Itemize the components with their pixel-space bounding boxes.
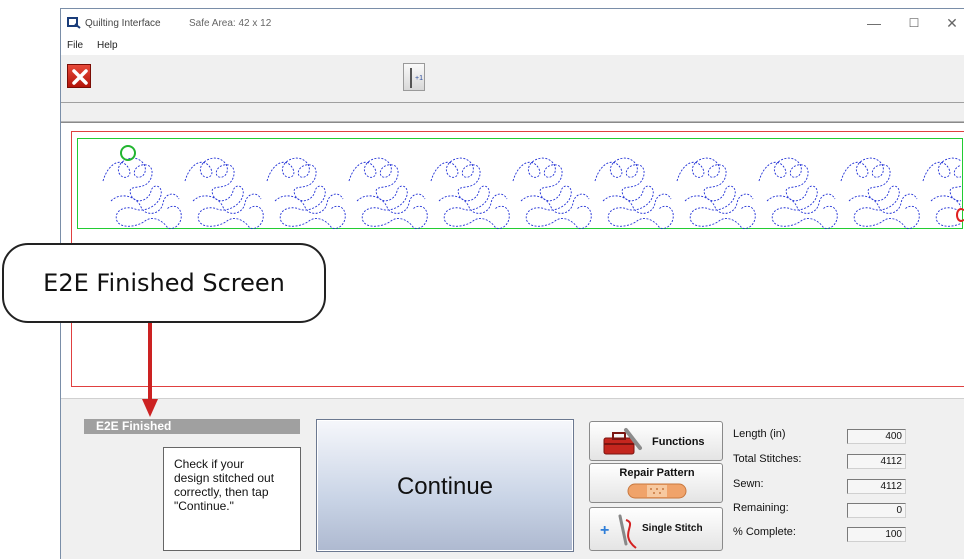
needle-thread-icon — [618, 514, 637, 549]
needle-advance-button[interactable]: +1 — [403, 63, 425, 91]
window-title: Quilting Interface — [85, 18, 161, 29]
callout-arrow-icon — [142, 323, 158, 417]
remaining-label: Remaining: — [733, 502, 789, 514]
pattern-motif — [676, 157, 756, 230]
end-point-marker — [956, 208, 964, 222]
pattern-motif-inner — [766, 193, 836, 214]
minimize-button[interactable]: — — [861, 13, 887, 33]
status-panel: E2E Finished Check if your design stitch… — [61, 398, 964, 559]
app-icon — [67, 17, 81, 29]
maximize-button[interactable]: ☐ — [901, 13, 927, 33]
pattern-motif — [512, 157, 592, 230]
exit-button[interactable] — [67, 64, 91, 88]
pattern-motif — [922, 157, 961, 227]
percent-complete-label: % Complete: — [733, 526, 796, 538]
pattern-motif-inner — [274, 193, 344, 214]
close-window-button[interactable]: ✕ — [939, 13, 964, 33]
functions-label: Functions — [652, 436, 705, 448]
menu-bar: File Help — [61, 37, 964, 55]
length-label: Length (in) — [733, 428, 786, 440]
sewn-field: 4112 — [847, 479, 906, 494]
start-point-marker — [120, 145, 136, 161]
plus-icon: + — [600, 522, 610, 539]
pattern-motif-inner — [520, 193, 590, 214]
e2e-pattern-rows — [102, 157, 961, 230]
single-stitch-label: Single Stitch — [642, 523, 703, 534]
pattern-motif — [758, 157, 838, 230]
pattern-motif — [348, 157, 428, 230]
repair-pattern-button[interactable]: Repair Pattern — [589, 463, 723, 503]
pattern-motif — [594, 157, 674, 230]
total-stitches-label: Total Stitches: — [733, 453, 802, 465]
safe-area-readout: Safe Area: 42 x 12 — [189, 18, 272, 29]
pattern-motif-inner — [192, 193, 262, 214]
pattern-motif-inner — [438, 193, 508, 214]
bandage-icon — [627, 483, 687, 499]
pattern-motif — [840, 157, 920, 230]
length-field: 400 — [847, 429, 906, 444]
title-bar: Quilting Interface Safe Area: 42 x 12 — … — [61, 9, 964, 37]
pattern-motif — [184, 157, 264, 230]
instruction-text: Check if your design stitched out correc… — [163, 447, 301, 551]
pattern-motif-inner — [602, 193, 672, 214]
pattern-motif — [266, 157, 346, 230]
pattern-motif — [430, 157, 510, 230]
sewn-label: Sewn: — [733, 478, 764, 490]
exit-x-icon — [72, 69, 88, 85]
total-stitches-field: 4112 — [847, 454, 906, 469]
toolbar: +1 — [61, 55, 964, 103]
pattern-motif — [102, 157, 182, 230]
percent-complete-field: 100 — [847, 527, 906, 542]
toolbox-icon — [603, 428, 642, 455]
needle-badge: +1 — [415, 75, 423, 82]
needle-plus-one-icon: +1 — [410, 68, 423, 88]
pattern-motif-inner — [356, 193, 426, 214]
pattern-motif-inner — [848, 193, 918, 214]
continue-button[interactable]: Continue — [316, 419, 574, 552]
menu-help[interactable]: Help — [97, 40, 118, 51]
pattern-motif-inner — [684, 193, 754, 214]
annotation-callout: E2E Finished Screen — [2, 243, 326, 323]
remaining-field: 0 — [847, 503, 906, 518]
toolbar-divider-strip — [61, 104, 964, 122]
single-stitch-button[interactable]: + Single Stitch — [589, 507, 723, 551]
menu-file[interactable]: File — [67, 40, 83, 51]
repair-pattern-label: Repair Pattern — [619, 467, 695, 479]
pattern-motif-inner — [110, 193, 180, 214]
status-header: E2E Finished — [84, 419, 300, 434]
functions-button[interactable]: Functions — [589, 421, 723, 461]
